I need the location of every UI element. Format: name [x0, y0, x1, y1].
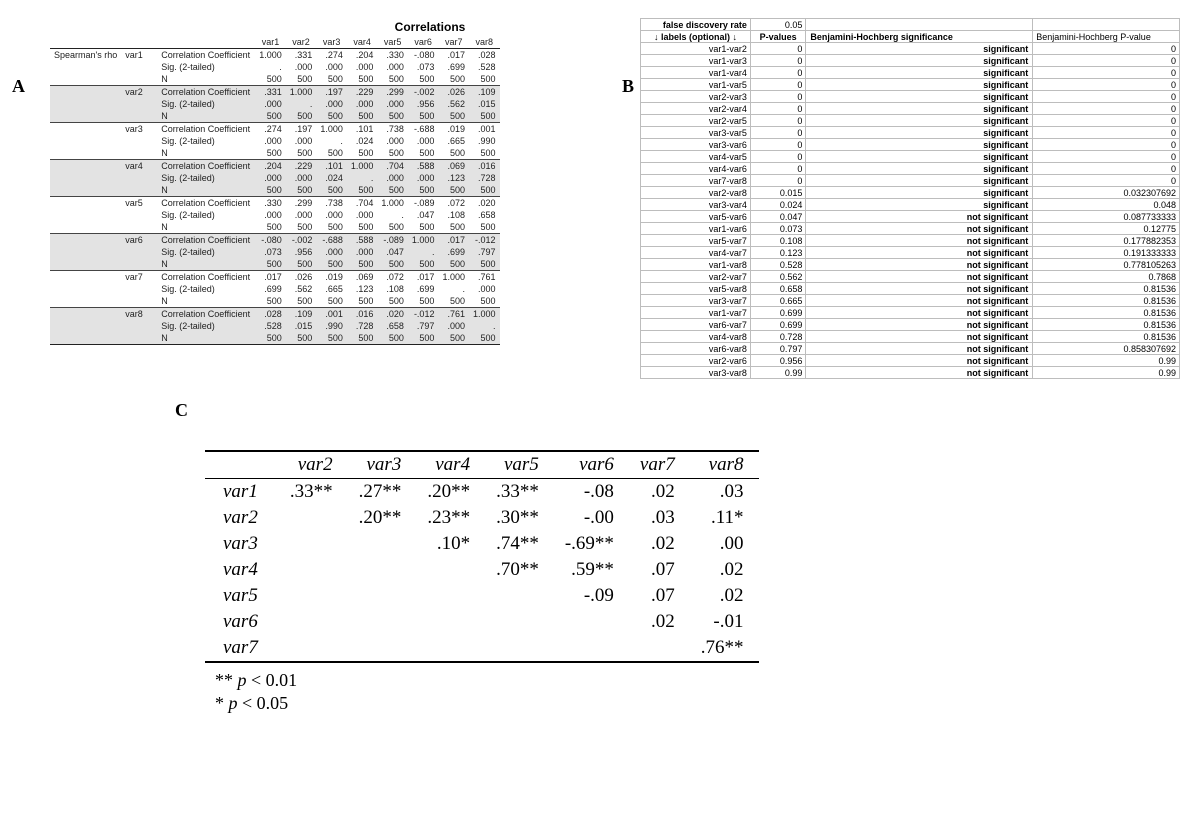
col-header: var6 — [408, 36, 439, 49]
table-row: Sig. (2-tailed).699.562.665.123.108.699.… — [50, 283, 500, 295]
table-row: Sig. (2-tailed).000.000..024.000.000.665… — [50, 135, 500, 147]
table-row: var4Correlation Coefficient.204.229.1011… — [50, 160, 500, 173]
table-row: var1.33**.27**.20**.33**-.08.02.03 — [205, 479, 759, 506]
table-row: var6.02-.01 — [205, 609, 759, 635]
table-row: var1-var60.073not significant0.12775 — [641, 223, 1180, 235]
table-row: var3-var70.665not significant0.81536 — [641, 295, 1180, 307]
table-row: var2-var30significant0 — [641, 91, 1180, 103]
correlations-title: Correlations — [240, 20, 620, 34]
table-row: var8Correlation Coefficient.028.109.001.… — [50, 308, 500, 321]
col-header: var2 — [286, 36, 317, 49]
col-header: var1 — [255, 36, 286, 49]
apa-footnotes: ** p < 0.01 * p < 0.05 — [215, 669, 895, 716]
table-row: var2-var80.015significant0.032307692 — [641, 187, 1180, 199]
table-row: var6-var70.699not significant0.81536 — [641, 319, 1180, 331]
table-row: var4-var80.728not significant0.81536 — [641, 331, 1180, 343]
table-row: var3-var60significant0 — [641, 139, 1180, 151]
fdr-label: false discovery rate — [641, 19, 751, 31]
bh-table: false discovery rate 0.05 ↓ labels (opti… — [640, 18, 1180, 379]
table-row: var2-var60.956not significant0.99 — [641, 355, 1180, 367]
table-row: N500500500500500500500500 — [50, 295, 500, 308]
table-row: var6-var80.797not significant0.858307692 — [641, 343, 1180, 355]
table-row: var6Correlation Coefficient-.080-.002-.6… — [50, 234, 500, 247]
table-row: var2Correlation Coefficient.3311.000.197… — [50, 86, 500, 99]
table-row: var3Correlation Coefficient.274.1971.000… — [50, 123, 500, 136]
col-header: var4 — [347, 36, 378, 49]
apa-col: var4 — [417, 451, 486, 479]
table-row: N500500500500500500500500 — [50, 147, 500, 160]
correlations-table: var1 var2 var3 var4 var5 var6 var7 var8 … — [50, 36, 500, 345]
table-row: Sig. (2-tailed).073.956.000.000.047..699… — [50, 246, 500, 258]
table-row: var2.20**.23**.30**-.00.03.11* — [205, 505, 759, 531]
table-row: Spearman's rhovar1Correlation Coefficien… — [50, 49, 500, 62]
panel-c: C var2 var3 var4 var5 var6 var7 var8 var… — [175, 400, 895, 716]
apa-table: var2 var3 var4 var5 var6 var7 var8 var1.… — [205, 450, 759, 663]
table-row: var5-var70.108not significant0.177882353 — [641, 235, 1180, 247]
table-row: var1-var30significant0 — [641, 55, 1180, 67]
apa-col: var5 — [486, 451, 555, 479]
table-row: N500500500500500500500500 — [50, 332, 500, 345]
table-row: Sig. (2-tailed)..000.000.000.000.073.699… — [50, 61, 500, 73]
col-header: var8 — [469, 36, 500, 49]
panel-b: B false discovery rate 0.05 ↓ labels (op… — [640, 18, 1190, 379]
table-row: var3-var40.024significant0.048 — [641, 199, 1180, 211]
labels-header: ↓ labels (optional) ↓ — [641, 31, 751, 43]
table-row: Sig. (2-tailed).000..000.000.000.956.562… — [50, 98, 500, 110]
pvalues-header: P-values — [750, 31, 806, 43]
footnote-dd: ** p < 0.01 — [215, 669, 895, 692]
footnote-sd: * p < 0.05 — [215, 692, 895, 715]
col-header: var5 — [377, 36, 408, 49]
table-row: Sig. (2-tailed).528.015.990.728.658.797.… — [50, 320, 500, 332]
table-row: var4-var70.123not significant0.191333333 — [641, 247, 1180, 259]
table-row: var7-var80significant0 — [641, 175, 1180, 187]
panel-a-label: A — [12, 76, 25, 97]
table-row: var1-var20significant0 — [641, 43, 1180, 55]
table-row: var4-var60significant0 — [641, 163, 1180, 175]
col-header: var3 — [316, 36, 347, 49]
apa-col: var6 — [555, 451, 630, 479]
col-header: var7 — [438, 36, 469, 49]
table-row: Sig. (2-tailed).000.000.000.000..047.108… — [50, 209, 500, 221]
table-row: var1-var50significant0 — [641, 79, 1180, 91]
table-row: var2-var40significant0 — [641, 103, 1180, 115]
apa-col: var2 — [280, 451, 349, 479]
table-row: var1-var80.528not significant0.778105263 — [641, 259, 1180, 271]
bhp-header: Benjamini-Hochberg P-value — [1033, 31, 1180, 43]
table-row: var3-var80.99not significant0.99 — [641, 367, 1180, 379]
fdr-value: 0.05 — [750, 19, 806, 31]
table-row: var4.70**.59**.07.02 — [205, 557, 759, 583]
table-row: var5-.09.07.02 — [205, 583, 759, 609]
sig-header: Benjamini-Hochberg significance — [806, 31, 1033, 43]
table-row: var7.76** — [205, 635, 759, 662]
apa-col: var8 — [691, 451, 760, 479]
table-row: N500500500500500500500500 — [50, 110, 500, 123]
panel-a: A Correlations var1 var2 var3 var4 var5 … — [10, 20, 620, 345]
apa-col: var7 — [630, 451, 691, 479]
table-row: var7Correlation Coefficient.017.026.019.… — [50, 271, 500, 284]
table-row: N500500500500500500500500 — [50, 258, 500, 271]
apa-col: var3 — [349, 451, 418, 479]
table-row: Sig. (2-tailed).000.000.024..000.000.123… — [50, 172, 500, 184]
table-row: var2-var70.562not significant0.7868 — [641, 271, 1180, 283]
table-row: var1-var70.699not significant0.81536 — [641, 307, 1180, 319]
table-row: var1-var40significant0 — [641, 67, 1180, 79]
table-row: N500500500500500500500500 — [50, 221, 500, 234]
table-row: var5-var80.658not significant0.81536 — [641, 283, 1180, 295]
table-row: N500500500500500500500500 — [50, 184, 500, 197]
table-row: var4-var50significant0 — [641, 151, 1180, 163]
panel-b-label: B — [622, 76, 634, 97]
table-row: var5-var60.047not significant0.087733333 — [641, 211, 1180, 223]
panel-c-label: C — [175, 400, 188, 421]
table-row: N500500500500500500500500 — [50, 73, 500, 86]
table-row: var2-var50significant0 — [641, 115, 1180, 127]
table-row: var3-var50significant0 — [641, 127, 1180, 139]
table-row: var5Correlation Coefficient.330.299.738.… — [50, 197, 500, 210]
table-row: var3.10*.74**-.69**.02.00 — [205, 531, 759, 557]
